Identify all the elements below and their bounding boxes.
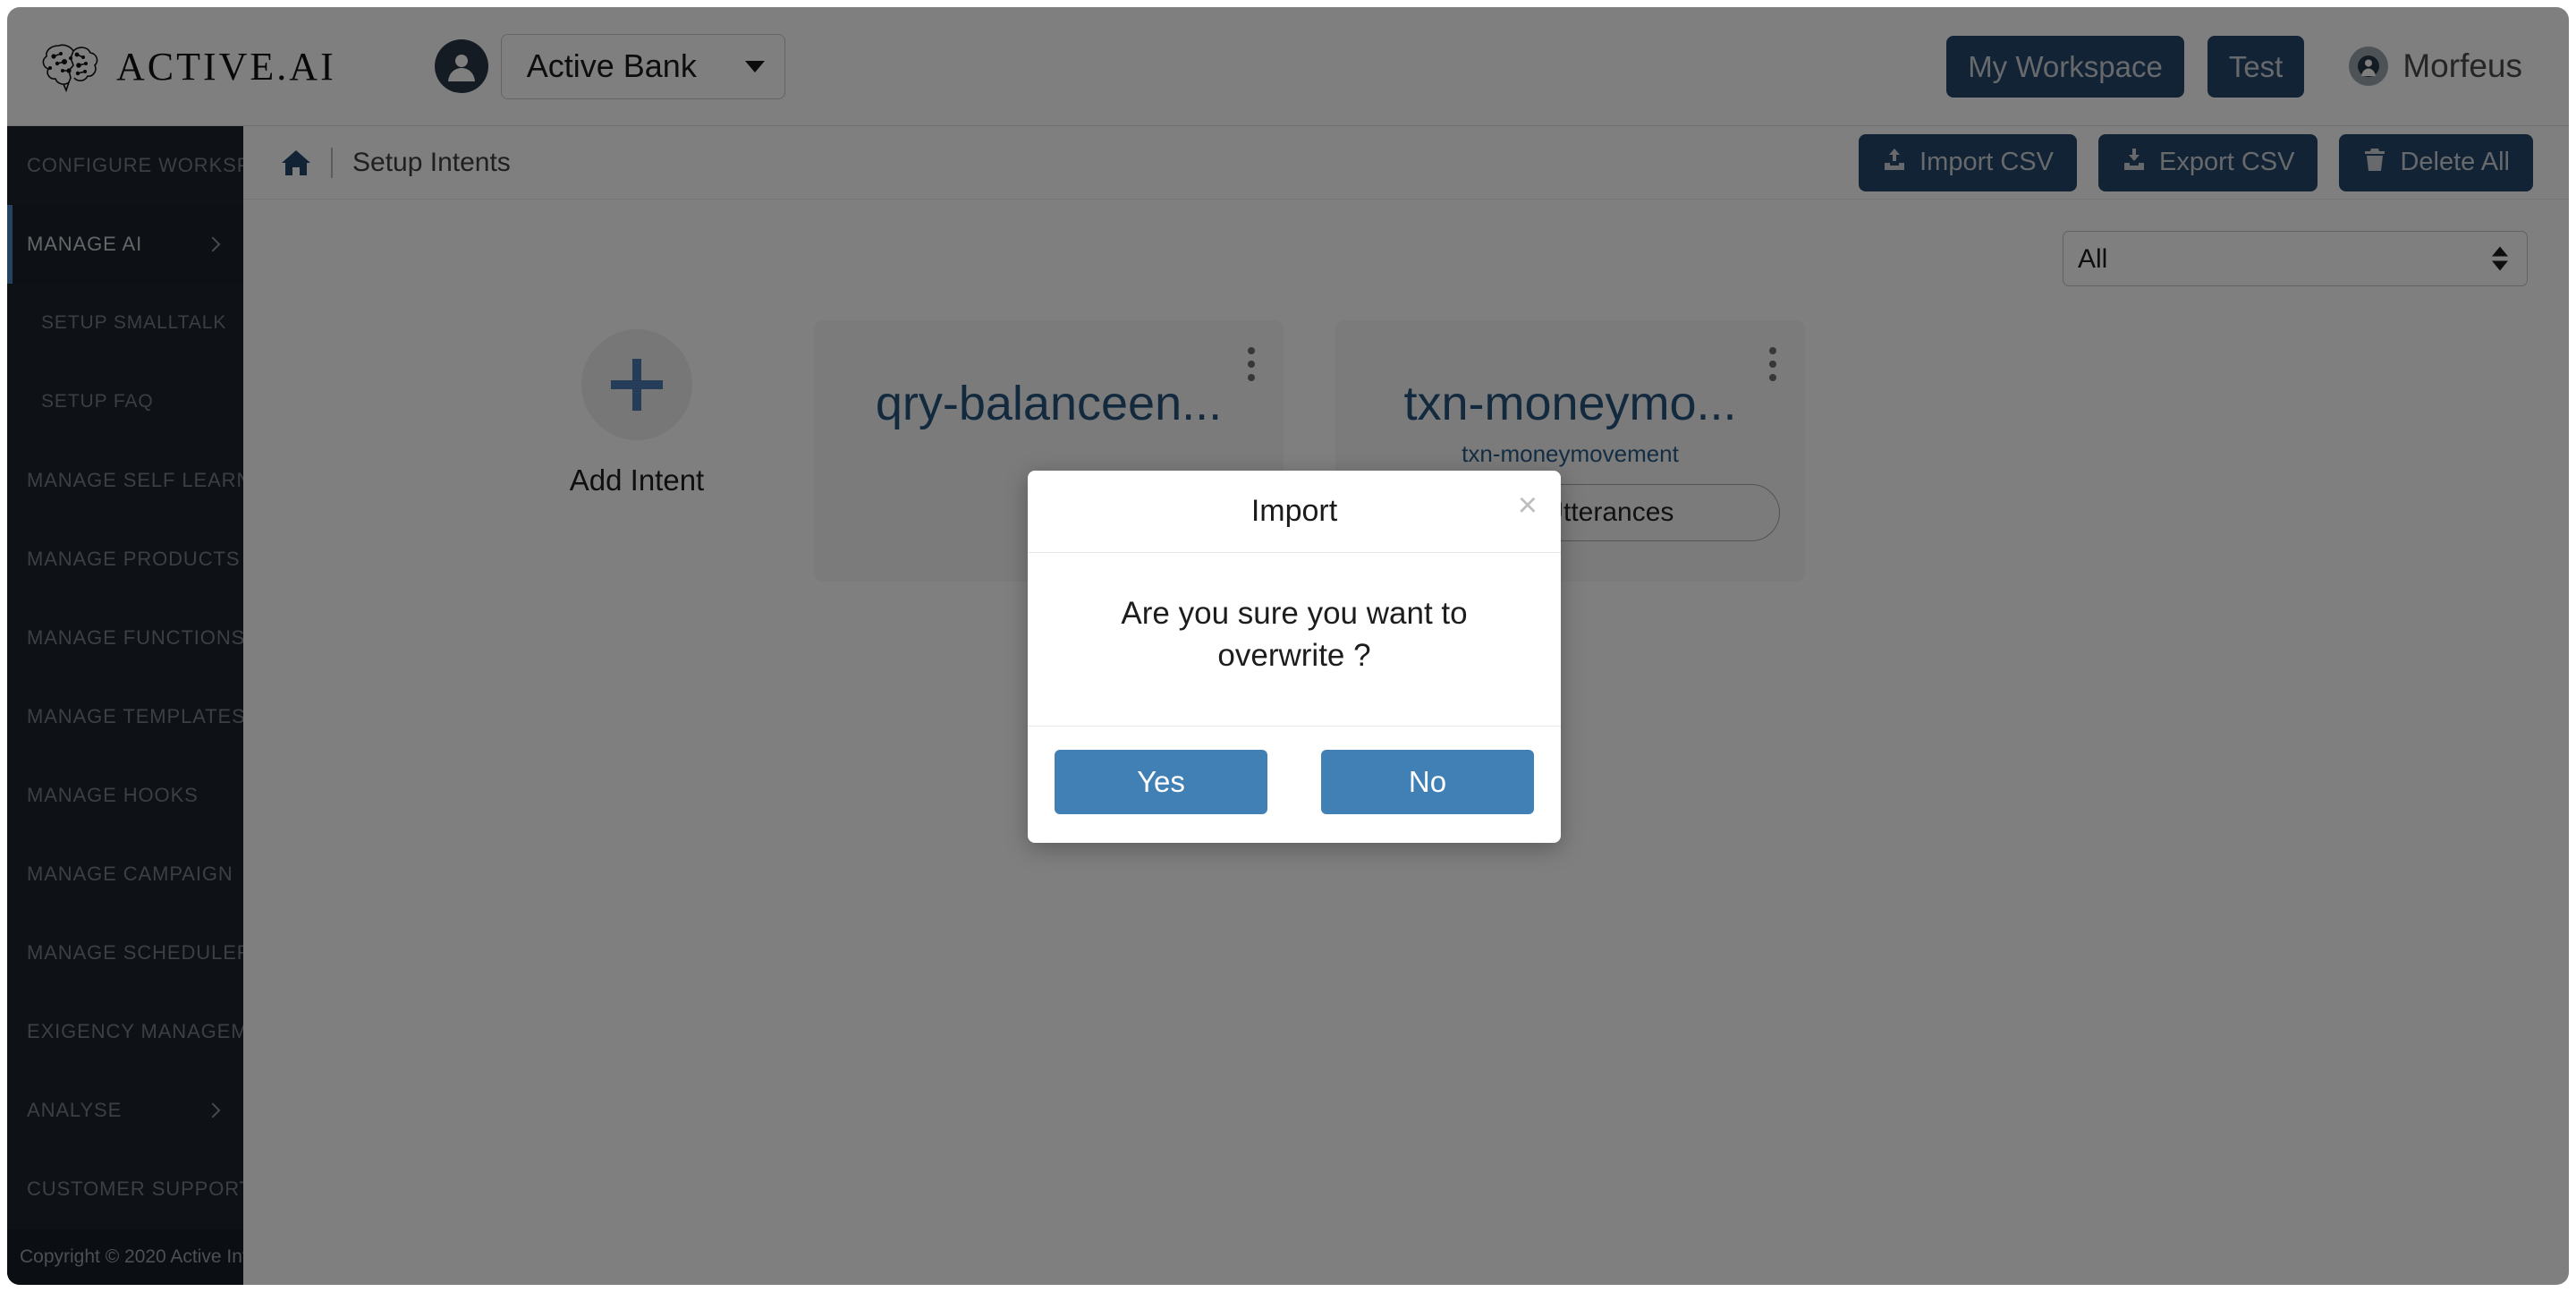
intent-filter-wrap: All [2063, 231, 2528, 286]
brand-logo-area: ACTIVE.AI [41, 38, 336, 94]
intent-card-subtitle: txn-moneymovement [1462, 440, 1679, 467]
sidebar-item-label: CONFIGURE WORKSPACE [27, 154, 243, 176]
add-intent-button[interactable]: Add Intent [512, 320, 762, 497]
sidebar-item-label: ANALYSE [27, 1099, 123, 1121]
copyright: Copyright © 2020 Active Intelligence Pte… [7, 1229, 243, 1285]
brain-icon [41, 38, 100, 94]
sidebar-item-label: SETUP SMALLTALK [41, 312, 227, 333]
breadcrumb: Setup Intents [281, 147, 511, 178]
sidebar-item-label: MANAGE SELF LEARNING [27, 469, 243, 491]
user-avatar-icon [434, 39, 488, 93]
top-header: ACTIVE.AI Active Bank My Workspace Test [7, 7, 2569, 126]
brand-name: ACTIVE.AI [116, 44, 336, 89]
intent-card-title: txn-moneymo... [1403, 377, 1737, 430]
dialog-title: Import [1250, 494, 1338, 528]
sidebar-item-label: MANAGE TEMPLATES [27, 705, 243, 727]
sidebar-item-label: MANAGE AI [27, 233, 143, 255]
breadcrumb-label: Setup Intents [352, 147, 511, 177]
filter-row: All [243, 200, 2569, 286]
bank-selector-value: Active Bank [526, 47, 697, 84]
sidebar-item-manage-hooks[interactable]: MANAGE HOOKS [7, 756, 243, 835]
sidebar-item-setup-smalltalk[interactable]: SETUP SMALLTALK [7, 284, 243, 362]
caret-down-icon [744, 60, 765, 72]
export-csv-button[interactable]: Export CSV [2097, 133, 2318, 191]
app-window: ACTIVE.AI Active Bank My Workspace Test [7, 7, 2569, 1285]
sidebar-item-manage-functions[interactable]: MANAGE FUNCTIONS [7, 599, 243, 677]
trash-icon [2362, 147, 2387, 179]
dialog-message: Are you sure you want to overwrite ? [1028, 553, 1561, 727]
dialog-actions: Yes No [1028, 727, 1561, 843]
sidebar-item-label: MANAGE FUNCTIONS [27, 626, 243, 649]
user-menu[interactable]: Morfeus [2349, 47, 2522, 86]
sidebar-item-manage-self-learning[interactable]: MANAGE SELF LEARNING [7, 441, 243, 520]
breadcrumb-separator [331, 147, 333, 178]
cancel-no-button[interactable]: No [1321, 749, 1534, 814]
sidebar-item-manage-templates[interactable]: MANAGE TEMPLATES [7, 677, 243, 756]
delete-all-label: Delete All [2400, 148, 2510, 176]
page-toolbar: Import CSV Export CSV Delete All [1859, 133, 2533, 191]
sidebar-item-label: MANAGE CAMPAIGN [27, 863, 233, 885]
close-icon[interactable]: × [1518, 489, 1538, 523]
bank-selector[interactable]: Active Bank [500, 33, 785, 99]
kebab-menu-icon[interactable] [1248, 347, 1255, 381]
home-icon[interactable] [281, 149, 311, 177]
import-csv-button[interactable]: Import CSV [1859, 133, 2077, 191]
page-subheader: Setup Intents Import CSV Export CSV Dele… [243, 126, 2569, 200]
download-icon [2122, 147, 2147, 179]
import-csv-label: Import CSV [1919, 148, 2054, 176]
sidebar-item-exigency-management[interactable]: EXIGENCY MANAGEMENT [7, 992, 243, 1071]
my-workspace-button[interactable]: My Workspace [1946, 35, 2184, 98]
sidebar: CONFIGURE WORKSPACE MANAGE AI SETUP SMALLT… [7, 126, 243, 1285]
sidebar-item-manage-scheduler[interactable]: MANAGE SCHEDULER [7, 914, 243, 992]
sidebar-item-setup-faq[interactable]: SETUP FAQ [7, 362, 243, 441]
confirm-yes-button[interactable]: Yes [1055, 749, 1267, 814]
export-csv-label: Export CSV [2158, 148, 2295, 176]
add-intent-label: Add Intent [569, 463, 705, 497]
sidebar-item-label: MANAGE HOOKS [27, 784, 199, 806]
sidebar-item-manage-ai[interactable]: MANAGE AI [7, 205, 243, 284]
sidebar-item-label: CUSTOMER SUPPORT [27, 1177, 243, 1200]
sidebar-item-manage-campaign[interactable]: MANAGE CAMPAIGN [7, 835, 243, 914]
dialog-header: Import × [1028, 471, 1561, 553]
kebab-menu-icon[interactable] [1769, 347, 1776, 381]
chevron-right-icon [205, 236, 221, 252]
workspace-picker[interactable]: Active Bank [434, 33, 785, 99]
sidebar-item-manage-products[interactable]: MANAGE PRODUCTS [7, 520, 243, 599]
sidebar-item-configure-workspace[interactable]: CONFIGURE WORKSPACE [7, 126, 243, 205]
sidebar-item-list: CONFIGURE WORKSPACE MANAGE AI SETUP SMALLT… [7, 126, 243, 1229]
sidebar-item-label: MANAGE PRODUCTS [27, 548, 241, 570]
import-confirm-dialog: Import × Are you sure you want to overwr… [1028, 471, 1561, 843]
intent-filter-select[interactable]: All [2063, 231, 2528, 286]
sidebar-item-analyse[interactable]: ANALYSE [7, 1071, 243, 1150]
plus-icon [581, 329, 692, 440]
sidebar-item-label: EXIGENCY MANAGEMENT [27, 1020, 243, 1042]
delete-all-button[interactable]: Delete All [2339, 133, 2533, 191]
header-actions: My Workspace Test Morfeus [1946, 35, 2522, 98]
sidebar-item-label: SETUP FAQ [41, 391, 154, 412]
sidebar-item-label: MANAGE SCHEDULER [27, 941, 243, 964]
upload-icon [1882, 147, 1907, 179]
sidebar-item-customer-support[interactable]: CUSTOMER SUPPORT [7, 1150, 243, 1228]
chevron-right-icon [205, 1102, 221, 1118]
test-button[interactable]: Test [2207, 35, 2305, 98]
user-name: Morfeus [2402, 47, 2522, 84]
intent-card-title: qry-balanceen... [875, 377, 1223, 430]
user-circle-icon [2349, 47, 2389, 86]
